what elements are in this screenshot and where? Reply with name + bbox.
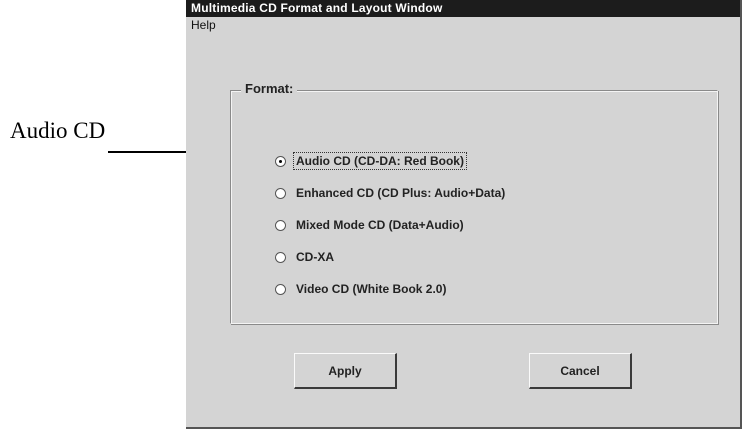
cancel-button[interactable]: Cancel xyxy=(529,353,632,389)
radio-mixed-mode-cd[interactable]: Mixed Mode CD (Data+Audio) xyxy=(275,209,507,241)
format-options: Audio CD (CD-DA: Red Book) Enhanced CD (… xyxy=(275,145,507,305)
menu-bar: Help xyxy=(186,17,740,37)
radio-unchecked-icon[interactable] xyxy=(275,187,286,199)
window-title: Multimedia CD Format and Layout Window xyxy=(186,0,740,17)
format-group: Format: Audio CD (CD-DA: Red Book) Enhan… xyxy=(230,81,718,324)
radio-unchecked-icon[interactable] xyxy=(275,251,286,263)
radio-video-cd[interactable]: Video CD (White Book 2.0) xyxy=(275,273,507,305)
radio-audio-cd[interactable]: Audio CD (CD-DA: Red Book) xyxy=(275,145,507,177)
format-group-legend: Format: xyxy=(241,81,298,96)
radio-unchecked-icon[interactable] xyxy=(275,219,286,231)
radio-enhanced-cd[interactable]: Enhanced CD (CD Plus: Audio+Data) xyxy=(275,177,507,209)
radio-mixed-mode-cd-label: Mixed Mode CD (Data+Audio) xyxy=(296,218,464,232)
radio-cd-xa-label: CD-XA xyxy=(296,250,334,264)
radio-cd-xa[interactable]: CD-XA xyxy=(275,241,507,273)
menu-help[interactable]: Help xyxy=(186,17,216,33)
radio-checked-icon[interactable] xyxy=(275,155,286,167)
radio-video-cd-label: Video CD (White Book 2.0) xyxy=(296,282,447,296)
apply-button[interactable]: Apply xyxy=(294,353,397,389)
radio-unchecked-icon[interactable] xyxy=(275,283,286,295)
dialog-window: Multimedia CD Format and Layout Window H… xyxy=(186,0,742,429)
radio-audio-cd-label: Audio CD (CD-DA: Red Book) xyxy=(293,152,467,170)
radio-enhanced-cd-label: Enhanced CD (CD Plus: Audio+Data) xyxy=(296,186,506,200)
